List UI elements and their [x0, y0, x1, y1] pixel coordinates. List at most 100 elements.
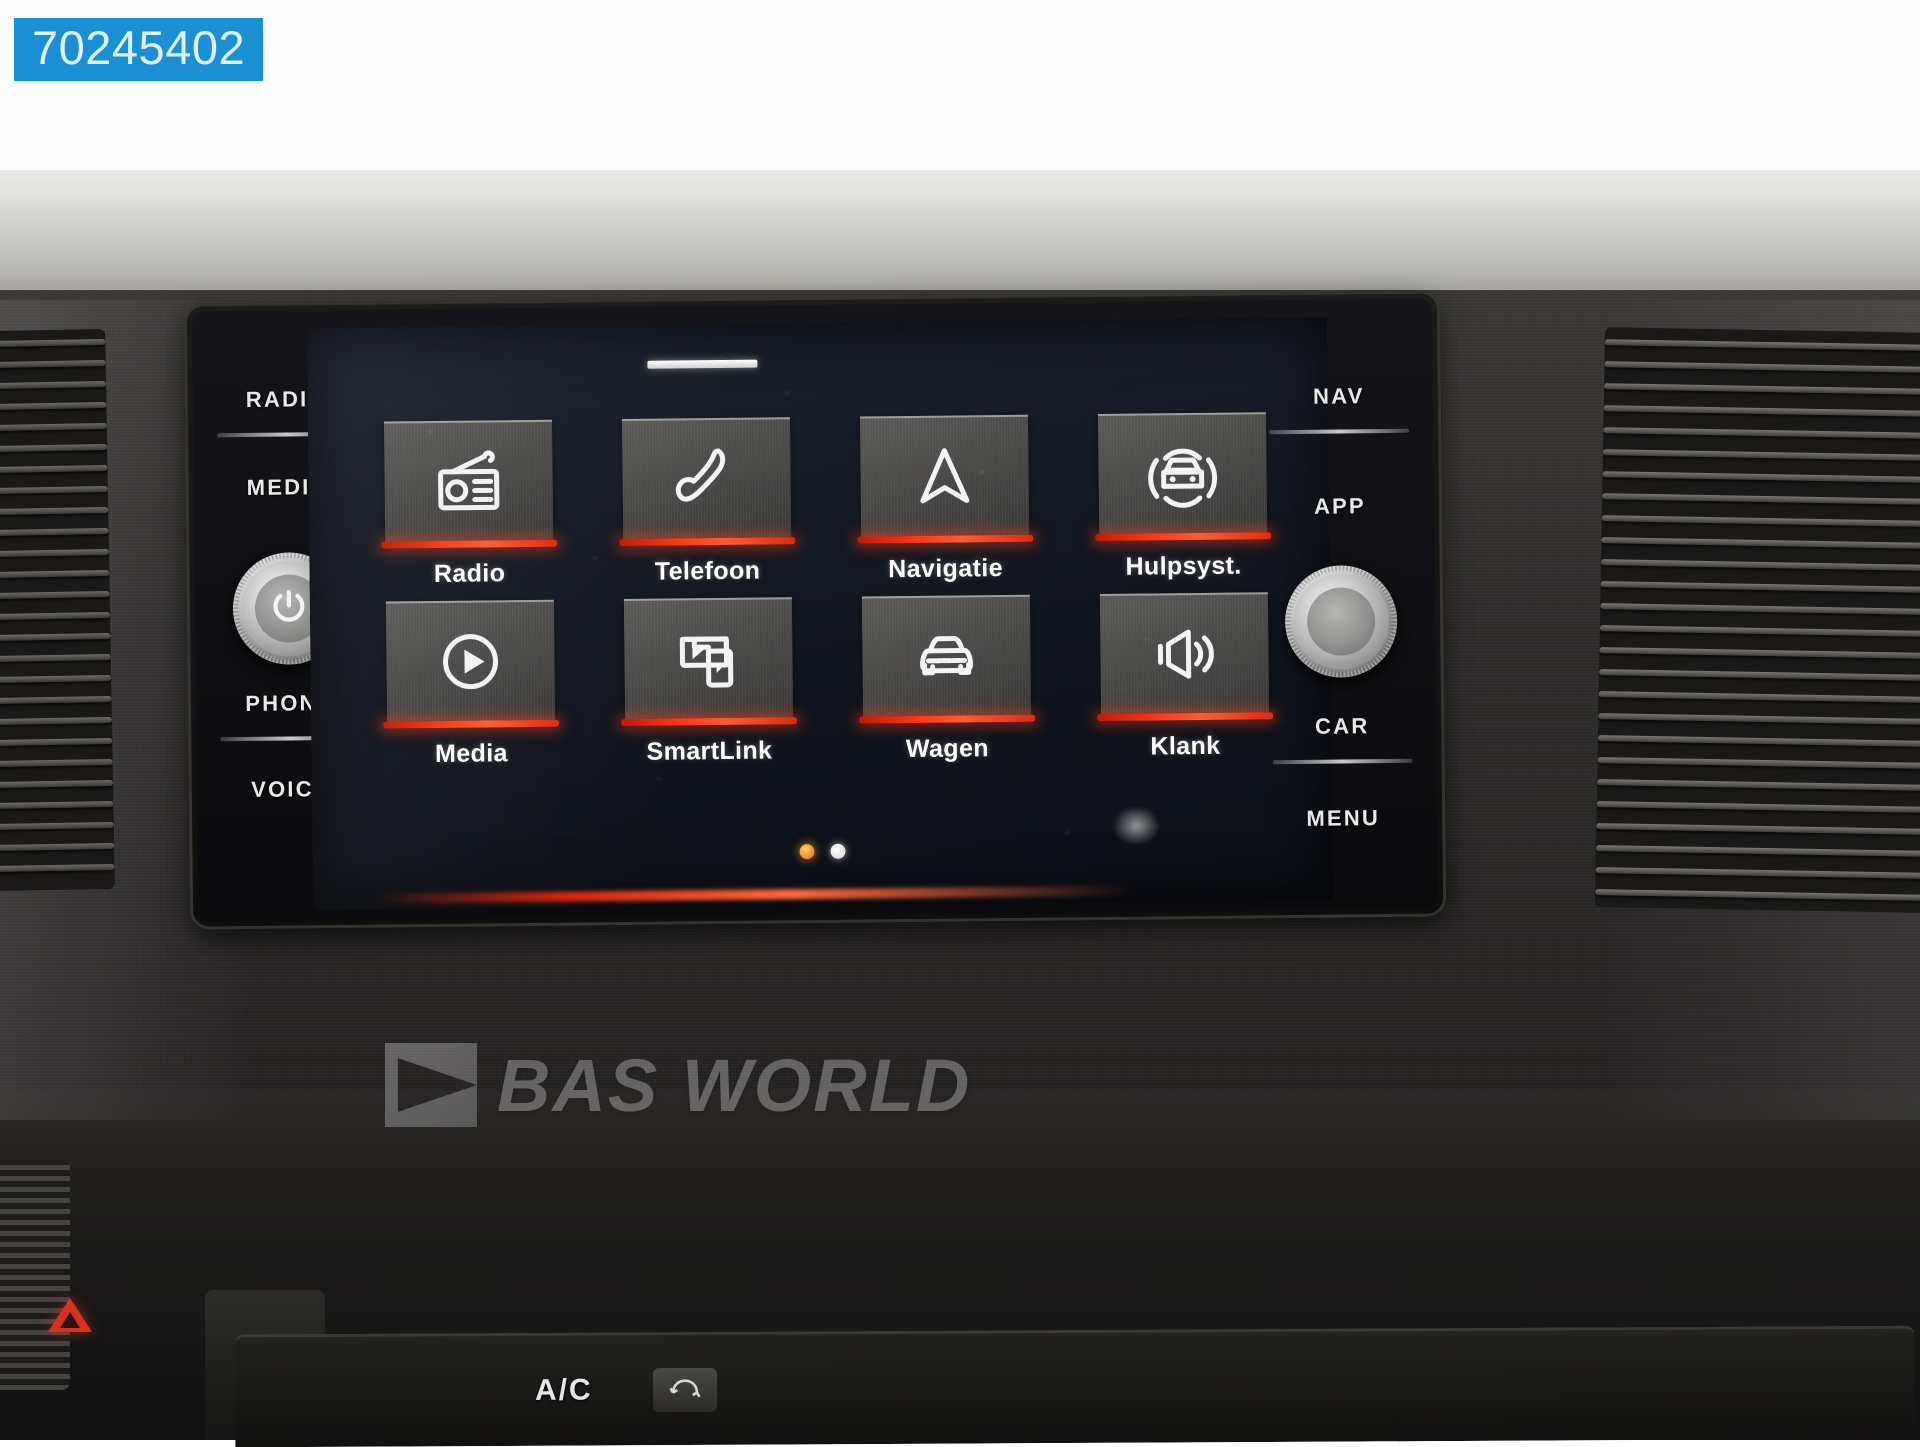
tile-underline	[381, 539, 558, 549]
radio-icon	[384, 419, 554, 542]
vent-slat	[1599, 625, 1920, 637]
hardkey-car[interactable]: CAR	[1252, 713, 1432, 741]
vent-slat	[0, 737, 113, 747]
hardkey-divider-3	[1269, 428, 1410, 435]
menu-tile-wagen[interactable]: Wagen	[838, 594, 1056, 764]
vent-slat	[1598, 713, 1920, 725]
ac-button[interactable]: A/C	[535, 1374, 593, 1408]
vent-slat	[0, 863, 115, 873]
vent-slat	[1600, 559, 1920, 571]
knob-core	[1306, 587, 1376, 656]
hardkey-divider-4	[1272, 758, 1413, 765]
vent-slat	[0, 506, 109, 516]
menu-tile-label: Klank	[1150, 731, 1221, 761]
air-vent-right	[1594, 327, 1920, 913]
screen-bottom-glow	[372, 885, 1134, 904]
vent-slat	[0, 590, 110, 600]
vent-slat	[0, 380, 107, 390]
vent-slat	[0, 443, 108, 453]
menu-tile-media[interactable]: Media	[362, 599, 580, 769]
vent-slat	[1603, 427, 1920, 439]
vent-slat	[1598, 691, 1920, 703]
vent-slat	[0, 485, 108, 495]
vent-slat	[0, 653, 111, 663]
status-bar-indicator	[647, 359, 758, 369]
menu-tile-smartlink[interactable]: SmartLink	[600, 597, 818, 767]
screen-phone-mirror-icon	[623, 597, 794, 719]
page-dot-2[interactable]	[830, 843, 846, 859]
tile-underline	[619, 537, 796, 547]
vent-slat	[0, 800, 114, 810]
air-vent-lower-left	[0, 1160, 70, 1390]
vent-slat	[0, 632, 111, 642]
vent-slat	[1595, 845, 1920, 857]
vent-slat	[1595, 889, 1920, 901]
vent-slat	[1602, 493, 1920, 505]
vent-slat	[1602, 471, 1920, 483]
tune-knob[interactable]	[1284, 564, 1398, 679]
hardkey-nav[interactable]: NAV	[1249, 383, 1429, 411]
menu-tile-label: Telefoon	[654, 556, 761, 586]
watermark-text: BAS WORLD	[497, 1043, 972, 1127]
vent-slat	[0, 674, 112, 684]
parking-assist-car-icon	[1097, 412, 1268, 535]
infotainment-display[interactable]: Radio Telefoon Navigatie Hulpsyst. Media…	[307, 317, 1334, 911]
vent-slat	[0, 842, 115, 852]
vent-slat	[0, 422, 107, 432]
listing-number-badge: 70245402	[14, 18, 264, 81]
vent-slat	[1600, 581, 1920, 593]
vent-slat	[0, 821, 114, 831]
menu-tile-radio[interactable]: Radio	[360, 419, 578, 589]
vent-slat	[1596, 823, 1920, 835]
menu-tile-label: Navigatie	[888, 554, 1004, 584]
right-hardkey-column: NAV APP CAR MENU	[1248, 313, 1434, 897]
vent-slat	[1601, 537, 1920, 549]
vent-slat	[1599, 669, 1920, 681]
play-logo-icon	[385, 1043, 477, 1127]
main-menu-grid: Radio Telefoon Navigatie Hulpsyst. Media…	[360, 412, 1294, 770]
phone-handset-icon	[621, 417, 792, 540]
vent-slat	[0, 548, 110, 558]
vent-slat	[1603, 405, 1920, 417]
menu-tile-label: Media	[434, 739, 509, 768]
vent-slat	[0, 464, 108, 474]
vent-slat	[1601, 515, 1920, 527]
menu-tile-telefoon[interactable]: Telefoon	[598, 417, 816, 587]
vent-slat	[1602, 449, 1920, 461]
vent-slat	[0, 359, 106, 369]
menu-tile-label: SmartLink	[646, 736, 773, 766]
menu-tile-label: Wagen	[905, 734, 990, 764]
vent-slat	[1597, 757, 1920, 769]
vent-slat	[0, 611, 111, 621]
menu-tile-navigatie[interactable]: Navigatie	[836, 414, 1054, 585]
head-unit-face: RADIO MEDIA PHONE VOICE Radio Telefoon N…	[191, 298, 1439, 922]
tile-underline	[859, 714, 1036, 724]
speaker-volume-icon	[1099, 592, 1270, 715]
recirculation-icon[interactable]	[652, 1367, 717, 1413]
vent-slat	[0, 527, 109, 537]
menu-tile-label: Hulpsyst.	[1125, 551, 1242, 581]
navigation-arrow-icon	[859, 414, 1030, 537]
hardkey-app[interactable]: APP	[1250, 493, 1430, 521]
vent-slat	[1597, 735, 1920, 747]
power-icon	[266, 583, 313, 634]
vent-slat	[0, 695, 112, 705]
vent-slat	[1604, 383, 1920, 395]
tile-underline	[1095, 532, 1272, 542]
air-vent-left	[0, 328, 115, 892]
menu-tile-label: Radio	[433, 559, 506, 588]
vent-slat	[0, 401, 107, 411]
tile-underline	[621, 717, 798, 727]
hardkey-menu[interactable]: MENU	[1253, 805, 1433, 833]
vent-slat	[1604, 339, 1920, 351]
climate-control-panel[interactable]: A/C	[234, 1325, 1916, 1447]
vent-slat	[0, 338, 106, 348]
page-dot-1[interactable]	[799, 844, 815, 860]
vent-slat	[0, 569, 110, 579]
vent-slat	[1604, 361, 1920, 373]
tile-underline	[383, 719, 560, 729]
play-circle-icon	[385, 599, 556, 722]
vent-slat	[0, 779, 114, 789]
vent-slat	[0, 716, 112, 726]
page-indicator[interactable]	[312, 839, 1332, 865]
